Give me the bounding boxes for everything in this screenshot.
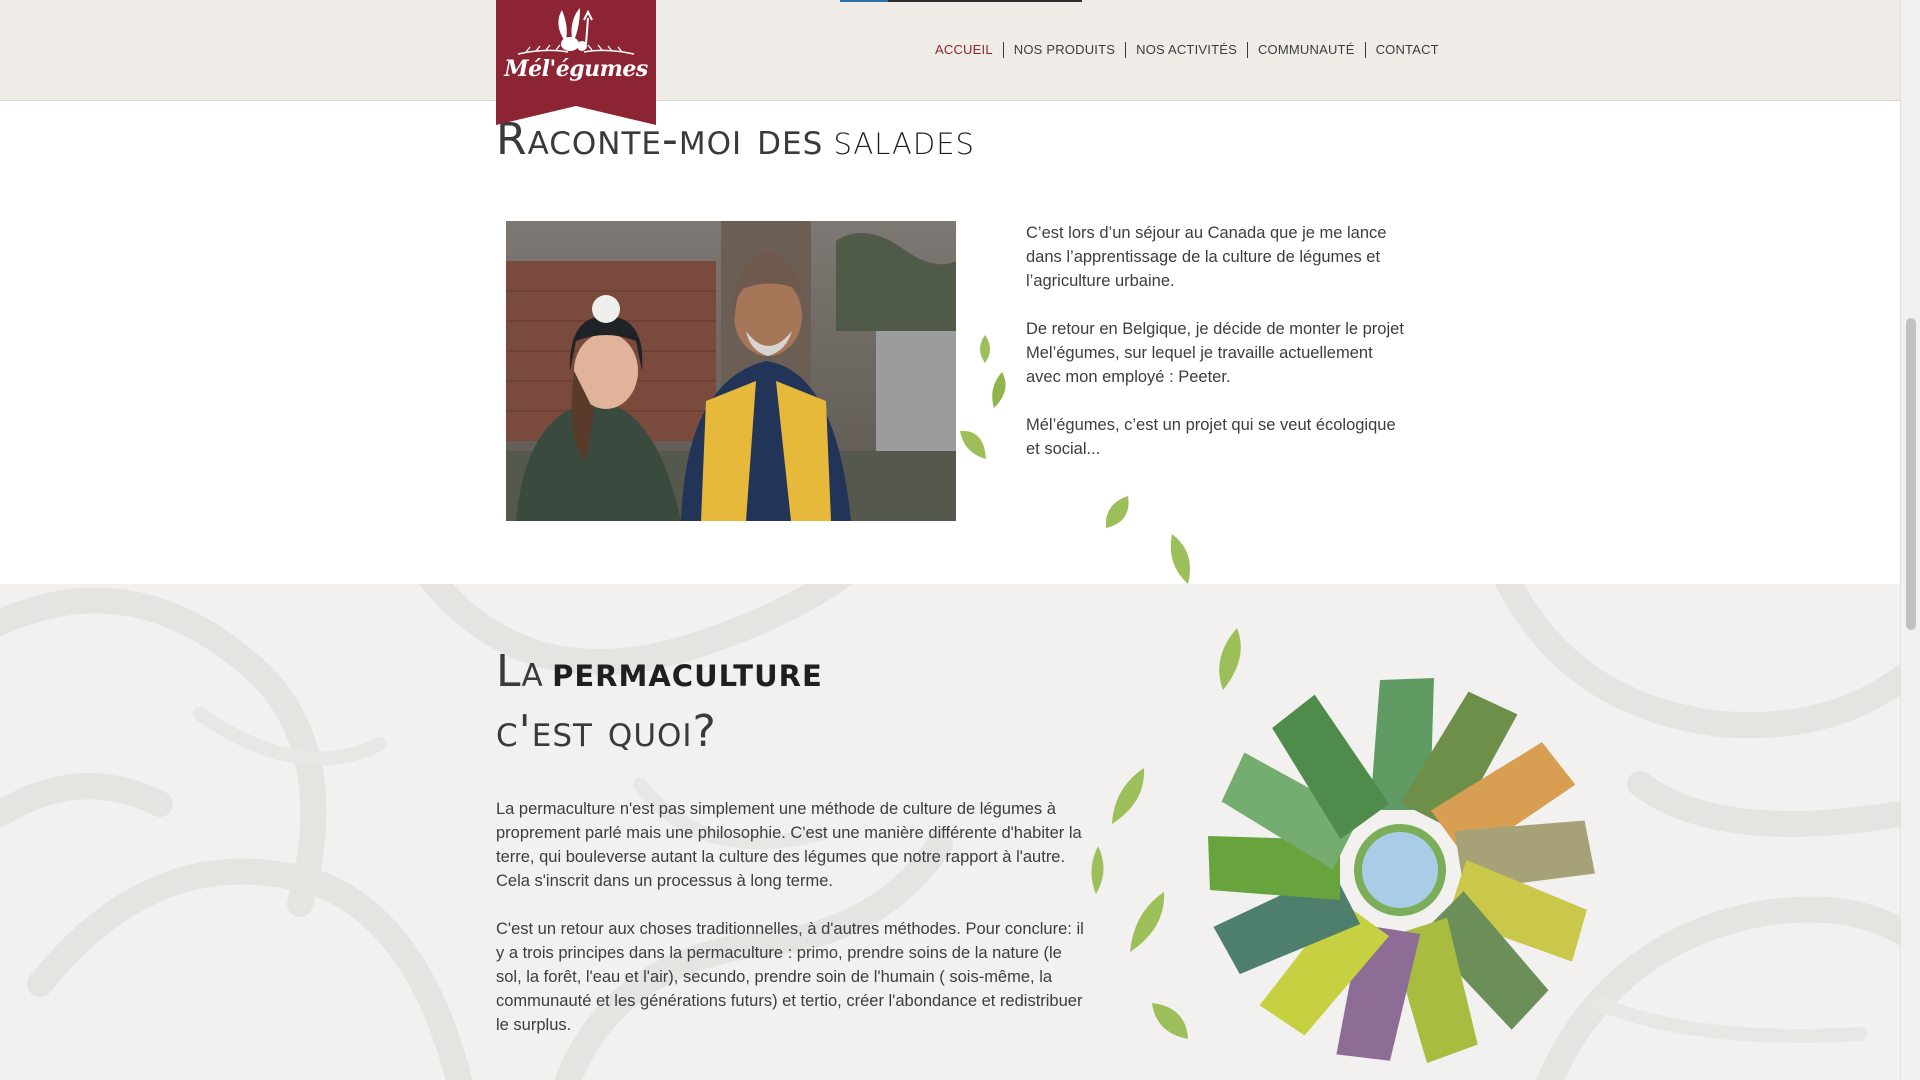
leaf-icon: [1105, 496, 1129, 528]
leaf-icon: [1112, 768, 1145, 824]
nav-contact[interactable]: CONTACT: [1366, 42, 1449, 58]
leaf-icon: [980, 335, 990, 363]
leaf-icon: [960, 430, 986, 459]
story-paragraph-1: C’est lors d’un séjour au Canada que je …: [1026, 224, 1387, 290]
nav-nos-produits[interactable]: NOS PRODUITS: [1004, 42, 1125, 58]
top-strip-accent: [840, 0, 888, 2]
leaf-icon: [1170, 534, 1190, 584]
permaculture-title-part2: permaculture: [552, 647, 823, 696]
leaf-icon: [1091, 846, 1104, 894]
permaculture-text: La permaculture n'est pas simplement une…: [496, 797, 1086, 1061]
permaculture-title-line2: c'est quoi?: [496, 706, 717, 757]
leaf-icon: [1219, 628, 1241, 690]
scrollbar-thumb[interactable]: [1906, 318, 1916, 630]
nav-communaute[interactable]: COMMUNAUTÉ: [1248, 42, 1365, 58]
nav-accueil[interactable]: ACCUEIL: [925, 42, 1003, 58]
main-nav: ACCUEIL NOS PRODUITS NOS ACTIVITÉS COMMU…: [925, 42, 1449, 58]
story-title-part2: salades: [833, 115, 975, 164]
leaf-icon: [992, 372, 1006, 408]
permaculture-paragraph-2: C'est un retour aux choses traditionnell…: [496, 920, 1084, 1034]
story-paragraph-2: De retour en Belgique, je décide de mont…: [1026, 320, 1404, 386]
nav-nos-activites[interactable]: NOS ACTIVITÉS: [1126, 42, 1247, 58]
top-strip: [840, 0, 1082, 2]
site-header: ACCUEIL NOS PRODUITS NOS ACTIVITÉS COMMU…: [0, 0, 1900, 101]
logo-text: Mél'égumes: [504, 56, 648, 82]
team-photo: [506, 221, 956, 521]
permaculture-paragraph-1: La permaculture n'est pas simplement une…: [496, 800, 1082, 890]
permaculture-title: La permaculture c'est quoi?: [496, 645, 823, 765]
story-text: C’est lors d’un séjour au Canada que je …: [1026, 221, 1406, 485]
story-paragraph-3: Mél’égumes, c’est un projet qui se veut …: [1026, 416, 1396, 458]
page-scrollbar[interactable]: [1900, 0, 1920, 1080]
leaf-icon: [1130, 892, 1165, 952]
site-logo[interactable]: Mél'égumes: [496, 0, 656, 125]
leaf-icon: [1152, 1003, 1188, 1039]
permaculture-title-part1: La: [496, 646, 544, 697]
